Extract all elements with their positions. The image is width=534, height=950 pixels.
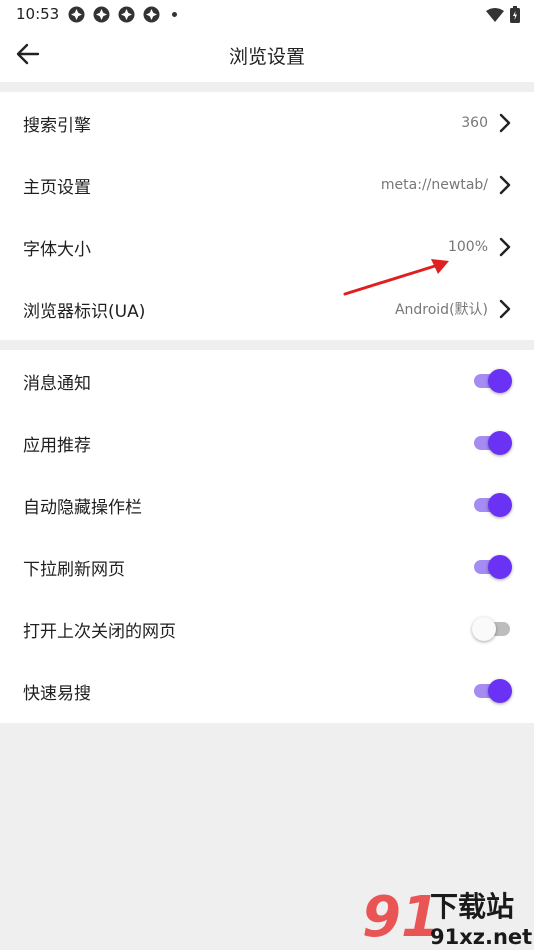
app-notification-icon: [143, 6, 160, 23]
more-notifications-dot: [172, 12, 177, 17]
wifi-icon: [486, 7, 504, 22]
setting-label: 主页设置: [23, 177, 91, 198]
setting-label: 自动隐藏操作栏: [23, 497, 142, 518]
setting-row-font-size[interactable]: 字体大小 100%: [0, 216, 534, 278]
setting-row-search-engine[interactable]: 搜索引擎 360: [0, 92, 534, 154]
notifications-toggle[interactable]: [472, 368, 512, 394]
setting-row-homepage[interactable]: 主页设置 meta://newtab/: [0, 154, 534, 216]
chevron-right-icon: [499, 113, 511, 133]
chevron-right-icon: [499, 237, 511, 257]
setting-value: meta://newtab/: [380, 177, 488, 193]
general-settings-section: 搜索引擎 360 主页设置 meta://newtab/ 字体大小 100% 浏…: [0, 92, 534, 340]
chevron-right-icon: [499, 299, 511, 319]
setting-label: 字体大小: [23, 239, 91, 260]
setting-value: 360: [461, 115, 488, 131]
status-time: 10:53: [16, 5, 60, 23]
site-watermark-logo: 91 下载站 91xz.net: [362, 885, 532, 950]
setting-row-quick-search: 快速易搜: [0, 660, 534, 722]
watermark-brand: 下载站: [430, 890, 514, 923]
svg-text:91: 91: [362, 885, 440, 950]
chevron-right-icon: [499, 175, 511, 195]
setting-row-app-recommend: 应用推荐: [0, 412, 534, 474]
setting-label: 打开上次关闭的网页: [23, 621, 176, 642]
app-recommend-toggle[interactable]: [472, 430, 512, 456]
setting-row-user-agent[interactable]: 浏览器标识(UA) Android(默认): [0, 278, 534, 340]
setting-row-auto-hide-toolbar: 自动隐藏操作栏: [0, 474, 534, 536]
app-notification-icon: [118, 6, 135, 23]
setting-label: 下拉刷新网页: [23, 559, 125, 580]
status-bar: 10:53: [0, 0, 534, 28]
system-icons: [486, 6, 520, 23]
setting-label: 消息通知: [23, 373, 91, 394]
setting-value: Android(默认): [394, 302, 488, 318]
app-header: 浏览设置: [0, 28, 534, 82]
toggle-settings-section: 消息通知 应用推荐 自动隐藏操作栏 下拉刷新网页 打开上次关闭的网页 快速易搜: [0, 350, 534, 723]
setting-value: 100%: [447, 239, 488, 255]
restore-last-pages-toggle[interactable]: [472, 616, 512, 642]
setting-label: 应用推荐: [23, 435, 91, 456]
setting-row-restore-last-pages: 打开上次关闭的网页: [0, 598, 534, 660]
watermark-domain: 91xz.net: [430, 925, 532, 949]
setting-label: 快速易搜: [23, 683, 91, 704]
setting-label: 浏览器标识(UA): [23, 301, 146, 322]
app-notification-icon: [68, 6, 85, 23]
pull-to-refresh-toggle[interactable]: [472, 554, 512, 580]
setting-row-notifications: 消息通知: [0, 350, 534, 412]
setting-label: 搜索引擎: [23, 115, 91, 136]
auto-hide-toolbar-toggle[interactable]: [472, 492, 512, 518]
setting-row-pull-to-refresh: 下拉刷新网页: [0, 536, 534, 598]
notification-icons: [68, 6, 177, 23]
quick-search-toggle[interactable]: [472, 678, 512, 704]
app-notification-icon: [93, 6, 110, 23]
page-title: 浏览设置: [228, 46, 305, 68]
battery-icon: [510, 6, 520, 23]
